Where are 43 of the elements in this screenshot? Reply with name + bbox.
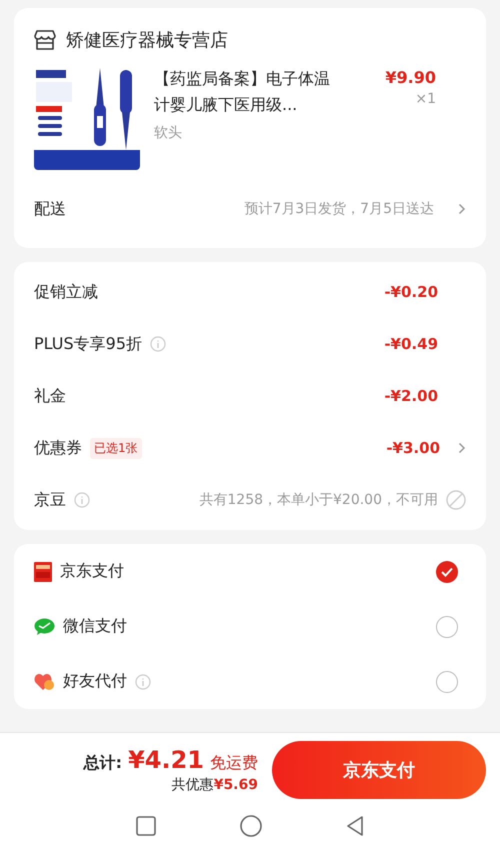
radio-button[interactable] bbox=[436, 560, 458, 582]
home-icon[interactable] bbox=[240, 815, 262, 837]
pay-button[interactable]: 京东支付 bbox=[272, 741, 486, 799]
discount-amount: -¥0.49 bbox=[384, 335, 438, 353]
check-icon bbox=[441, 566, 453, 576]
recent-apps-icon[interactable] bbox=[136, 816, 156, 836]
discount-label: 优惠券 bbox=[34, 438, 82, 458]
store-name[interactable]: 矫健医疗器械专营店 bbox=[66, 28, 228, 52]
discount-label: PLUS专享95折 bbox=[34, 334, 142, 354]
payment-method-name[interactable]: 好友代付 bbox=[63, 671, 127, 692]
shipping-note: 免运费 bbox=[210, 753, 258, 774]
radio-button[interactable] bbox=[436, 670, 458, 692]
discount-amount: -¥2.00 bbox=[384, 387, 438, 405]
product-spec: 软头 bbox=[154, 124, 183, 142]
wallet-icon bbox=[34, 562, 52, 582]
chevron-icon[interactable] bbox=[458, 442, 466, 454]
store-icon bbox=[34, 30, 56, 50]
chat-bubble-icon bbox=[34, 618, 55, 636]
payment-method-name[interactable]: 微信支付 bbox=[63, 616, 127, 637]
radio-button[interactable] bbox=[436, 616, 458, 638]
saving-amount: ¥5.69 bbox=[214, 777, 258, 793]
product-quantity: ×1 bbox=[415, 91, 436, 107]
back-icon[interactable] bbox=[346, 816, 364, 836]
info-icon[interactable] bbox=[74, 492, 90, 508]
info-icon[interactable] bbox=[150, 336, 166, 352]
product-title[interactable]: 【药监局备案】电子体温计婴儿腋下医用级... bbox=[154, 66, 332, 118]
discount-label: 礼金 bbox=[34, 386, 66, 406]
saving-label: 共优惠 bbox=[172, 776, 214, 794]
unavailable-icon bbox=[446, 490, 466, 510]
chevron-icon[interactable] bbox=[458, 203, 466, 215]
coupon-tag: 已选1张 bbox=[90, 438, 142, 458]
beans-note: 共有1258，本单小于¥20.00，不可用 bbox=[199, 491, 438, 509]
discount-amount: -¥3.00 bbox=[386, 439, 440, 457]
heart-coin-icon bbox=[34, 672, 55, 690]
delivery-label: 配送 bbox=[34, 198, 66, 220]
discount-label: 京豆 bbox=[34, 490, 66, 510]
discount-amount: -¥0.20 bbox=[384, 283, 438, 301]
total-amount: ¥4.21 bbox=[128, 746, 204, 774]
info-icon[interactable] bbox=[135, 674, 151, 690]
discount-label: 促销立减 bbox=[34, 282, 98, 302]
payment-method-name[interactable]: 京东支付 bbox=[60, 561, 124, 582]
product-price: ¥9.90 bbox=[385, 68, 436, 87]
total-label: 总计: bbox=[84, 753, 122, 774]
